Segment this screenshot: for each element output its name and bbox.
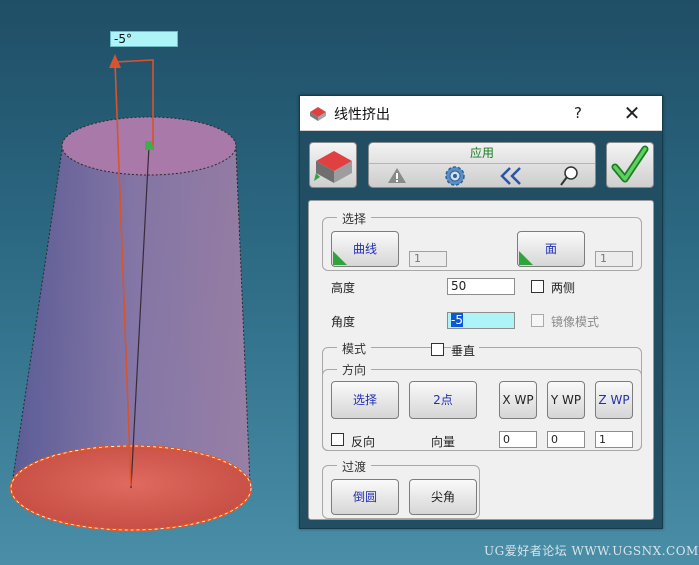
height-label: 高度	[331, 281, 356, 295]
x-wp-button[interactable]: X WP	[499, 381, 537, 419]
mirror-mode-label: 镜像模式	[551, 315, 600, 329]
checkmark-icon	[611, 145, 649, 183]
extrude-feature-icon	[314, 151, 352, 183]
curve-count: 1	[409, 251, 447, 267]
height-input[interactable]: 50	[447, 278, 515, 295]
options-panel: 选择 曲线 1 面 1 高度 50 两侧 角度 -5 镜像模式 模式 垂直 方向…	[308, 200, 654, 520]
selection-indicator-icon	[333, 251, 347, 265]
z-wp-button[interactable]: Z WP	[595, 381, 633, 419]
face-button-label: 面	[544, 242, 557, 256]
angle-input[interactable]: -5	[447, 312, 515, 329]
angle-input-tag[interactable]: -5°	[110, 31, 178, 47]
apply-toolbar: 应用	[368, 142, 596, 188]
vector-label: 向量	[431, 435, 456, 449]
ok-button[interactable]	[606, 142, 654, 188]
sharp-corner-button[interactable]: 尖角	[409, 479, 477, 515]
angle-value-selected: -5	[451, 313, 463, 327]
direction-select-button[interactable]: 选择	[331, 381, 399, 419]
fillet-button[interactable]: 倒圆	[331, 479, 399, 515]
selection-indicator-icon	[519, 251, 533, 265]
vector-x-input[interactable]: 0	[499, 431, 537, 448]
extrude-feature-button[interactable]	[309, 142, 357, 188]
y-wp-button[interactable]: Y WP	[547, 381, 585, 419]
two-point-button[interactable]: 2点	[409, 381, 477, 419]
dialog-title: 线性挤出	[334, 107, 390, 123]
mode-group-label: 模式	[337, 340, 372, 357]
close-button[interactable]: ✕	[618, 102, 646, 124]
select-group-label: 选择	[337, 210, 372, 227]
magnifier-icon[interactable]	[555, 165, 583, 187]
dialog-titlebar[interactable]: 线性挤出 ? ✕	[300, 96, 662, 131]
face-count: 1	[595, 251, 633, 267]
perpendicular-label: 垂直	[451, 342, 480, 359]
direction-group-label: 方向	[337, 361, 372, 378]
warning-icon[interactable]	[383, 165, 411, 187]
both-sides-checkbox[interactable]	[531, 280, 544, 293]
perpendicular-checkbox[interactable]	[431, 343, 444, 356]
mirror-mode-checkbox[interactable]	[531, 314, 544, 327]
transition-group-label: 过渡	[337, 458, 372, 475]
apply-button[interactable]: 应用	[369, 143, 595, 164]
reverse-label: 反向	[351, 435, 376, 449]
extrude-icon	[310, 107, 326, 121]
gear-icon[interactable]	[441, 165, 469, 187]
reverse-checkbox[interactable]	[331, 433, 344, 446]
vector-y-input[interactable]: 0	[547, 431, 585, 448]
face-button[interactable]: 面	[517, 231, 585, 267]
both-sides-label: 两侧	[551, 281, 576, 295]
collapse-icon[interactable]	[497, 165, 525, 187]
help-button[interactable]: ?	[566, 102, 590, 124]
curve-button[interactable]: 曲线	[331, 231, 399, 267]
watermark: UG爱好者论坛 WWW.UGSNX.COM	[484, 544, 699, 558]
angle-label: 角度	[331, 315, 356, 329]
curve-button-label: 曲线	[352, 242, 377, 256]
vector-z-input[interactable]: 1	[595, 431, 633, 448]
linear-extrude-dialog: 线性挤出 ? ✕ 应用 选择 曲线 1 面 1 高度 50 两侧 角度 -5 镜…	[299, 95, 663, 529]
dialog-toolbar: 应用	[308, 140, 656, 192]
